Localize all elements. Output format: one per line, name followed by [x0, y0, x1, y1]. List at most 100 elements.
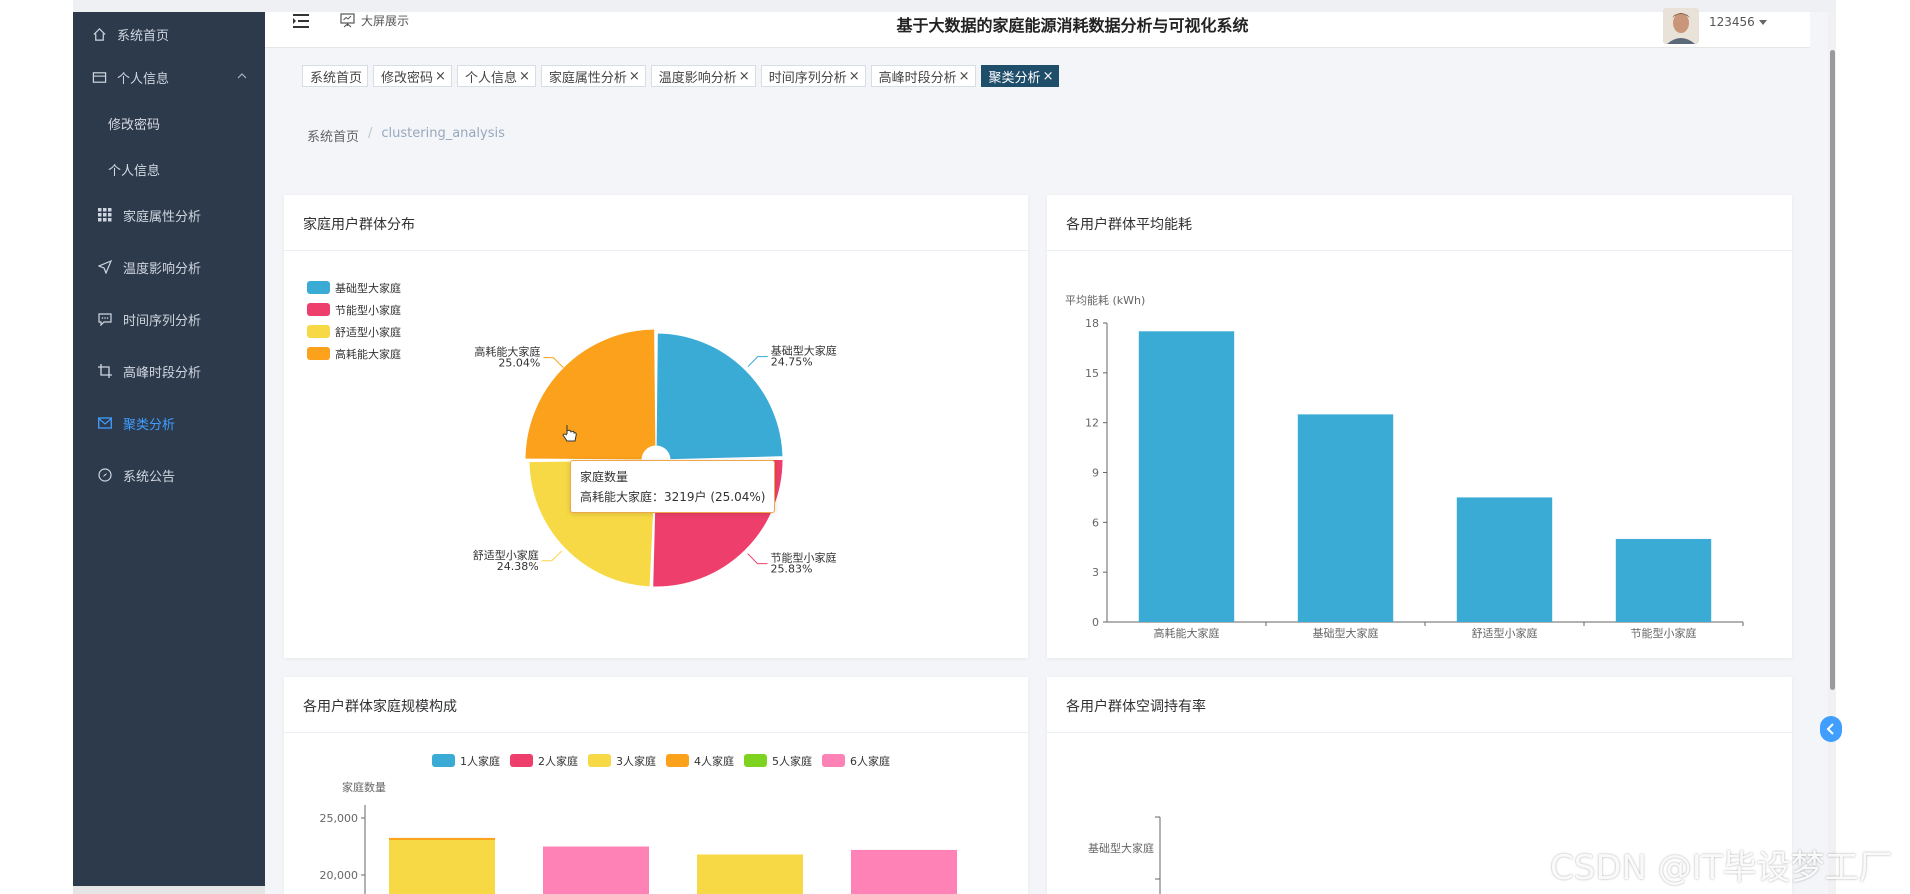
pie-label-percent: 24.38%	[497, 560, 539, 573]
sidebar-item-change-password[interactable]: 修改密码	[73, 101, 265, 145]
y-tick-label: 0	[1092, 616, 1099, 629]
tag-4[interactable]: 温度影响分析 ×	[650, 65, 756, 87]
browser-top-strip	[0, 0, 1910, 12]
x-tick-label: 舒适型小家庭	[1472, 626, 1538, 640]
breadcrumb-home[interactable]: 系统首页	[307, 126, 359, 145]
sidebar-item-home[interactable]: 系统首页	[73, 12, 265, 56]
close-icon[interactable]: ×	[849, 69, 860, 84]
tag-7[interactable]: 聚类分析 ×	[980, 65, 1060, 87]
close-icon[interactable]: ×	[519, 69, 530, 84]
tag-5[interactable]: 时间序列分析 ×	[760, 65, 866, 87]
pie-label-line	[747, 553, 768, 565]
sidebar-horizontal-scrollbar[interactable]	[73, 886, 265, 894]
tag-label: 个人信息	[464, 70, 517, 86]
sidebar-item-label: 时间序列分析	[123, 313, 202, 329]
legend-label: 高耗能大家庭	[335, 347, 401, 361]
main-content: 大屏展示 基于大数据的家庭能源消耗数据分析与可视化系统 123456 系统首页修…	[265, 8, 1828, 894]
tooltip-body: 高耗能大家庭：3219户 (25.04%)	[580, 490, 766, 504]
x-tick-label: 节能型小家庭	[1631, 626, 1697, 640]
tooltip-title: 家庭数量	[580, 470, 629, 484]
tag-label: 修改密码	[381, 70, 434, 86]
sidebar-item-label: 高峰时段分析	[123, 365, 202, 381]
caret-down-icon[interactable]	[1759, 20, 1767, 25]
chevron-left-icon	[1826, 723, 1834, 735]
tag-label: 温度影响分析	[658, 70, 737, 86]
chat-icon	[97, 311, 113, 327]
bar-segment	[389, 837, 495, 840]
close-icon[interactable]: ×	[739, 69, 750, 84]
sidebar-item-peak-analysis[interactable]: 高峰时段分析	[73, 349, 265, 393]
pie-slice	[524, 328, 657, 461]
legend-label: 1人家庭	[460, 754, 500, 768]
bar-segment	[851, 849, 957, 894]
legend-label: 3人家庭	[616, 754, 656, 768]
legend-swatch	[822, 754, 845, 767]
compass-icon	[97, 467, 113, 483]
y-axis-label: 平均能耗 (kWh)	[1065, 293, 1145, 307]
cluster-distribution-card: 家庭用户群体分布 基础型大家庭 节能型小家庭 舒适型小家庭 高耗能大家庭 基础型大家庭 2…	[284, 195, 1028, 658]
chart-tooltip: 家庭数量 高耗能大家庭：3219户 (25.04%)	[570, 460, 776, 513]
y-axis-label: 家庭数量	[342, 780, 386, 794]
y-tick-label: 基础型大家庭	[1088, 841, 1154, 855]
avatar[interactable]	[1663, 8, 1699, 44]
legend-label: 基础型大家庭	[335, 281, 401, 295]
legend-swatch	[307, 303, 330, 316]
legend-label: 节能型小家庭	[335, 303, 401, 317]
pie-label-percent: 25.83%	[770, 563, 812, 576]
username[interactable]: 123456	[1709, 15, 1755, 29]
tag-6[interactable]: 高峰时段分析 ×	[870, 65, 976, 87]
tag-label: 家庭属性分析	[548, 70, 627, 86]
side-collapse-button[interactable]	[1820, 716, 1842, 742]
tag-2[interactable]: 个人信息 ×	[456, 65, 536, 87]
y-tick-label: 20,000	[320, 869, 359, 882]
pie-label-line	[747, 356, 768, 367]
x-tick-label: 高耗能大家庭	[1154, 626, 1220, 640]
breadcrumb: 系统首页 / clustering_analysis	[307, 126, 505, 145]
bar	[1615, 538, 1712, 622]
breadcrumb-current: clustering_analysis	[381, 126, 505, 141]
right-gutter	[1836, 0, 1910, 894]
sidebar-item-label: 家庭属性分析	[123, 209, 202, 225]
sidebar-item-profile[interactable]: 个人信息	[73, 147, 265, 191]
sidebar-item-household-analysis[interactable]: 家庭属性分析	[73, 193, 265, 237]
legend-label: 5人家庭	[772, 754, 812, 768]
y-tick-label: 9	[1092, 467, 1099, 480]
close-icon[interactable]: ×	[1043, 69, 1054, 84]
tag-label: 系统首页	[310, 70, 363, 86]
close-icon[interactable]: ×	[959, 69, 970, 84]
pie-chart: 基础型大家庭节能型小家庭舒适型小家庭高耗能大家庭 基础型大家庭24.75%节能型小…	[307, 281, 837, 588]
sidebar-item-label: 修改密码	[108, 117, 161, 133]
tag-0[interactable]: 系统首页	[302, 65, 369, 87]
bar-segment	[389, 837, 495, 894]
close-icon[interactable]: ×	[435, 69, 446, 84]
sidebar-item-cluster-analysis[interactable]: 聚类分析	[73, 401, 265, 445]
tag-3[interactable]: 家庭属性分析 ×	[540, 65, 646, 87]
home-icon	[91, 26, 107, 42]
legend-swatch	[744, 754, 767, 767]
sidebar-item-announcements[interactable]: 系统公告	[73, 453, 265, 497]
bar	[1138, 331, 1235, 622]
pie-label-line	[541, 550, 563, 562]
send-icon	[97, 259, 113, 275]
legend-label: 6人家庭	[850, 754, 890, 768]
sidebar-item-profile-group[interactable]: 个人信息	[73, 55, 265, 99]
bar	[1297, 414, 1394, 622]
y-tick-label: 18	[1085, 317, 1099, 330]
legend-swatch	[432, 754, 455, 767]
household-size-card: 各用户群体家庭规模构成 1人家庭 2人家庭 3人家庭 4人家庭 5人家庭 6人家庭 家庭数量…	[284, 677, 1028, 894]
tag-1[interactable]: 修改密码 ×	[373, 65, 452, 87]
tag-label: 高峰时段分析	[878, 70, 957, 86]
bar-chart: 平均能耗 (kWh) 0 3 6 9 12 15 18 高耗能大家庭 基础型大家庭 舒适型小家庭 节能…	[1065, 293, 1744, 640]
legend-swatch	[307, 347, 330, 360]
id-card-icon	[91, 69, 107, 85]
close-icon[interactable]: ×	[629, 69, 640, 84]
y-tick-label: 15	[1085, 367, 1099, 380]
avg-energy-card: 各用户群体平均能耗 平均能耗 (kWh) 0 3 6 9 12 15 18 高耗能大家庭 基础型大…	[1047, 195, 1792, 658]
sidebar-item-timeseries-analysis[interactable]: 时间序列分析	[73, 297, 265, 341]
page-scrollbar-thumb[interactable]	[1830, 50, 1835, 690]
legend-label: 2人家庭	[538, 754, 578, 768]
pie-label-percent: 24.75%	[771, 356, 813, 369]
pie-label-percent: 25.04%	[498, 357, 540, 370]
sidebar-item-label: 个人信息	[117, 71, 170, 87]
sidebar-item-temperature-analysis[interactable]: 温度影响分析	[73, 245, 265, 289]
